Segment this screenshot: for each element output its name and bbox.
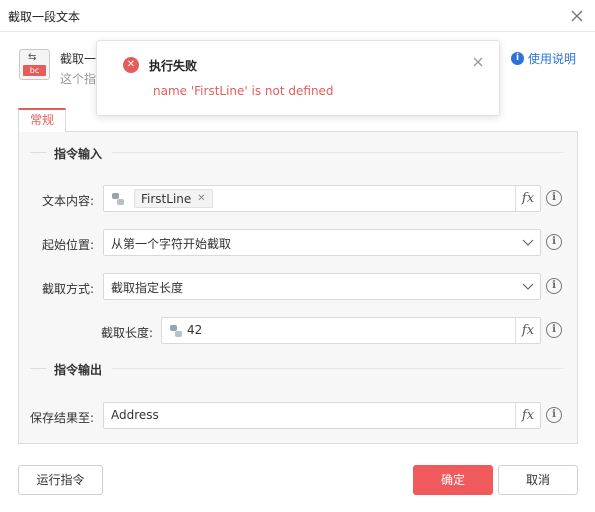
variable-chip[interactable]: FirstLine ✕ [134,189,213,208]
info-icon[interactable]: i [546,234,562,250]
toast-message: name 'FirstLine' is not defined [153,84,334,98]
cut-mode-value: 截取指定长度 [111,281,184,295]
close-icon[interactable] [471,55,485,69]
fx-icon[interactable]: fx [515,318,540,343]
save-result-field[interactable]: Address fx [103,402,541,429]
window-title: 截取一段文本 [8,10,81,24]
text-content-field[interactable]: FirstLine ✕ fx [103,185,541,212]
python-icon [112,193,124,205]
section-divider [30,152,46,153]
confirm-button[interactable]: 确定 [413,465,493,495]
save-result-value: Address [111,408,159,422]
chevron-down-icon [522,239,534,246]
error-toast: ✕ 执行失败 name 'FirstLine' is not defined [96,40,500,116]
info-icon[interactable]: i [546,278,562,294]
cut-length-label: 截取长度: [100,326,153,340]
fx-icon[interactable]: fx [515,186,540,211]
swap-arrows-icon: ⇆ [28,52,37,63]
info-icon[interactable]: i [546,190,562,206]
section-divider [30,368,46,369]
start-position-select[interactable]: 从第一个字符开始截取 [103,229,541,256]
python-icon [170,325,182,337]
section-divider [112,368,564,369]
start-position-value: 从第一个字符开始截取 [111,237,232,251]
tab-general[interactable]: 常规 [18,108,66,132]
toast-title: 执行失败 [149,59,198,73]
run-command-button[interactable]: 运行指令 [18,465,103,495]
variable-chip-label: FirstLine [141,191,192,206]
info-icon[interactable]: i [546,407,562,423]
chevron-down-icon [522,283,534,290]
cut-mode-select[interactable]: 截取指定长度 [103,273,541,300]
section-divider [112,152,564,153]
save-result-label: 保存结果至: [29,411,94,425]
command-icon: ⇆ bc [19,49,50,80]
cut-mode-label: 截取方式: [41,282,94,296]
fx-icon[interactable]: fx [515,403,540,428]
cancel-button[interactable]: 取消 [498,465,578,495]
info-icon: i [511,52,524,65]
command-description: 这个指 [60,72,97,86]
cut-length-field[interactable]: 42 fx [161,317,541,344]
command-icon-badge: bc [23,65,46,76]
help-link-label: 使用说明 [528,52,577,66]
info-icon[interactable]: i [546,322,562,338]
section-title-output: 指令输出 [54,363,103,377]
close-icon[interactable] [567,6,587,26]
title-bar: 截取一段文本 [0,0,595,32]
section-title-input: 指令输入 [54,147,103,161]
help-link[interactable]: i 使用说明 [511,50,576,67]
start-position-label: 起始位置: [41,238,94,252]
remove-chip-icon[interactable]: ✕ [197,193,205,204]
cut-length-value: 42 [187,323,203,337]
command-name: 截取一 [60,52,97,66]
text-content-label: 文本内容: [41,194,94,208]
error-icon: ✕ [123,57,139,73]
